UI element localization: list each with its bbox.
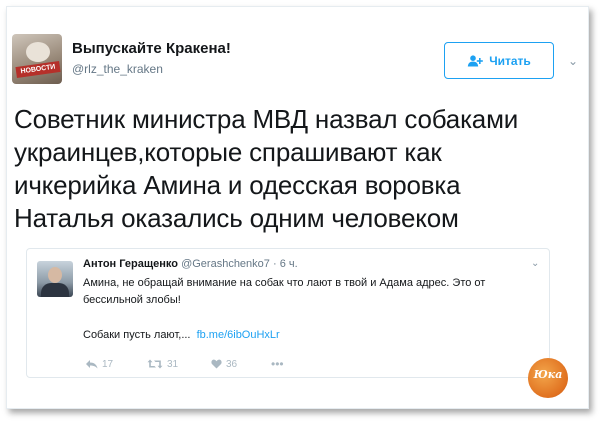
quoted-link[interactable]: fb.me/6ibOuHxLr	[197, 329, 280, 341]
tweet-header: НОВОСТИ Выпускайте Кракена! @rlz_the_kra…	[12, 34, 578, 86]
quoted-body: Амина, не обращай внимание на собак что …	[83, 277, 486, 306]
avatar-banner-text: НОВОСТИ	[15, 60, 61, 79]
follow-button-label: Читать	[489, 53, 531, 68]
avatar-figure	[26, 42, 50, 62]
heart-icon	[211, 359, 222, 369]
retweet-icon	[147, 359, 163, 369]
avatar-suit	[41, 283, 69, 297]
author-handle[interactable]: @rlz_the_kraken	[72, 62, 231, 76]
author-info[interactable]: Выпускайте Кракена! @rlz_the_kraken	[72, 40, 231, 76]
more-button[interactable]: •••	[271, 357, 284, 371]
tweet-text-line: Наталья оказались одним человеком	[14, 203, 459, 233]
quoted-tweet[interactable]: Антон Геращенко @Gerashchenko7 · 6 ч. ⌄ …	[26, 248, 550, 378]
follow-button[interactable]: Читать	[444, 42, 554, 79]
quoted-timestamp[interactable]: 6 ч.	[280, 258, 298, 270]
quoted-body-second: Собаки пусть лают,... fb.me/6ibOuHxLr	[83, 329, 280, 341]
retweet-count: 31	[167, 358, 179, 370]
chevron-down-icon[interactable]: ⌄	[568, 54, 578, 68]
reply-count: 17	[102, 358, 114, 370]
reply-icon	[86, 360, 98, 369]
quoted-author-name[interactable]: Антон Геращенко	[83, 258, 178, 270]
quoted-author-avatar[interactable]	[37, 261, 73, 297]
like-button[interactable]: 36	[211, 357, 271, 371]
quoted-body-text: Собаки пусть лают,...	[83, 329, 191, 341]
quoted-actions: 17 31 36 •••	[85, 357, 284, 371]
tweet-text-line: украинцев,которые спрашивают как	[14, 137, 442, 167]
retweet-button[interactable]: 31	[147, 357, 211, 371]
tweet-text-line: Советник министра МВД назвал собаками	[14, 104, 519, 134]
author-display-name[interactable]: Выпускайте Кракена!	[72, 40, 231, 57]
watermark-text: Юка	[533, 368, 563, 381]
tweet-text-line: ичкерийка Амина и одесская воровка	[14, 170, 461, 200]
more-dots-icon: •••	[271, 357, 284, 371]
quoted-separator: ·	[272, 258, 277, 270]
tweet-text: Советник министра МВД назвал собаками ук…	[14, 103, 574, 235]
like-count: 36	[226, 358, 238, 370]
site-watermark-logo: Юка	[522, 356, 582, 398]
author-avatar[interactable]: НОВОСТИ	[12, 34, 62, 84]
avatar-face	[48, 267, 62, 283]
quoted-chevron-down-icon[interactable]: ⌄	[531, 258, 539, 269]
quoted-author-handle[interactable]: @Gerashchenko7	[181, 258, 270, 270]
reply-button[interactable]: 17	[85, 357, 147, 371]
add-user-icon	[467, 54, 483, 66]
quoted-header: Антон Геращенко @Gerashchenko7 · 6 ч.	[83, 258, 298, 270]
